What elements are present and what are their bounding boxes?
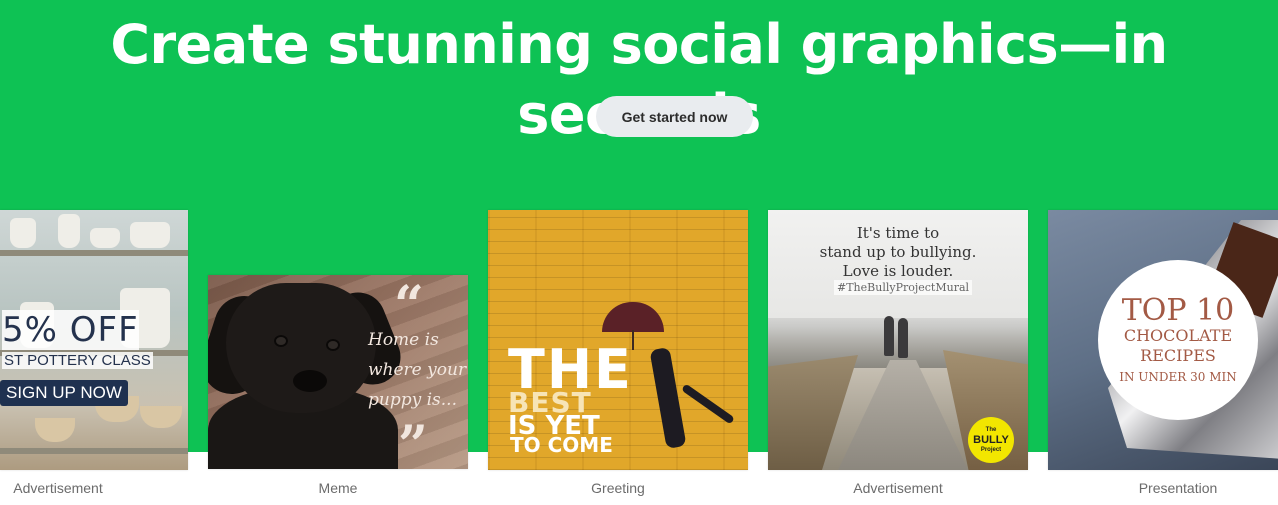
person-image bbox=[884, 316, 894, 356]
dog-eye bbox=[326, 339, 340, 351]
template-card-advertisement-bully[interactable]: It's time to stand up to bullying. Love … bbox=[768, 210, 1028, 470]
greeting-line-4: TO COME bbox=[510, 433, 613, 457]
get-started-button[interactable]: Get started now bbox=[596, 96, 753, 137]
pot-image bbox=[10, 218, 36, 248]
presentation-line-3: IN UNDER 30 MIN bbox=[1119, 370, 1237, 384]
shelf bbox=[0, 448, 188, 454]
bully-line-1: It's time to bbox=[856, 224, 940, 242]
logo-main-text: BULLY bbox=[973, 434, 1009, 446]
bully-line-2: stand up to bullying. bbox=[819, 243, 977, 261]
template-card-presentation[interactable]: TOP 10 CHOCOLATE RECIPES IN UNDER 30 MIN bbox=[1048, 210, 1278, 470]
dog-head-image bbox=[226, 283, 376, 413]
ad-offer-text: 5% OFF bbox=[2, 310, 139, 350]
presentation-subtitle: CHOCOLATE RECIPES bbox=[1098, 326, 1258, 366]
dog-nose bbox=[293, 370, 327, 392]
presentation-line-2: RECIPES bbox=[1140, 346, 1216, 365]
card-caption-meme: Meme bbox=[318, 480, 358, 496]
bully-line-3: Love is louder. bbox=[842, 262, 954, 280]
template-card-greeting[interactable]: THE BEST IS YET TO COME bbox=[488, 210, 748, 470]
presentation-title: TOP 10 bbox=[1121, 293, 1235, 328]
card-caption-greeting: Greeting bbox=[591, 480, 645, 496]
template-card-meme[interactable]: “ Home is where your puppy is... ” bbox=[208, 275, 468, 469]
bully-project-logo: The BULLY Project bbox=[968, 417, 1014, 463]
card-caption-advertisement: Advertisement bbox=[13, 480, 103, 496]
logo-bottom-text: Project bbox=[980, 447, 1002, 453]
shelf bbox=[0, 250, 188, 256]
card-caption-advertisement: Advertisement bbox=[853, 480, 943, 496]
meme-text: Home is where your puppy is... bbox=[368, 330, 467, 410]
pot-image bbox=[90, 228, 120, 248]
grass-image bbox=[768, 355, 858, 470]
bully-message: It's time to stand up to bullying. Love … bbox=[768, 224, 1028, 281]
pot-image bbox=[58, 214, 80, 248]
bowl-image bbox=[140, 406, 182, 428]
bowl-image bbox=[35, 418, 75, 442]
ad-class-text: ST POTTERY CLASS bbox=[2, 352, 153, 369]
close-quote-icon: ” bbox=[398, 415, 428, 469]
card-caption-presentation: Presentation bbox=[1138, 480, 1218, 496]
path-image bbox=[838, 360, 968, 470]
pot-image bbox=[130, 222, 170, 248]
bully-hashtag: #TheBullyProjectMural bbox=[834, 280, 973, 295]
ad-signup-badge: SIGN UP NOW bbox=[0, 380, 128, 406]
presentation-line-1: CHOCOLATE bbox=[1123, 326, 1233, 345]
person-image bbox=[898, 318, 908, 358]
dog-eye bbox=[274, 335, 288, 347]
